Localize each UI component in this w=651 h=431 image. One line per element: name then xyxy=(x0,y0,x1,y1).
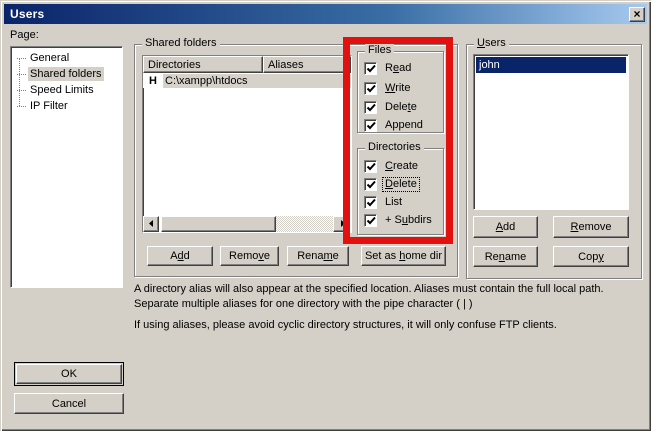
delete-dirs-checkbox-row[interactable]: Delete xyxy=(364,177,419,191)
set-as-home-dir-button[interactable]: Set as home dir xyxy=(361,246,446,266)
users-dialog: Users × Page: General Shared folders Spe… xyxy=(0,0,651,431)
title-bar[interactable]: Users xyxy=(4,4,647,24)
scrollbar-thumb[interactable] xyxy=(161,216,276,232)
column-header-directories[interactable]: Directories xyxy=(143,56,263,73)
list-checkbox-row[interactable]: List xyxy=(364,195,404,209)
directories-group-label: Directories xyxy=(365,141,424,154)
append-checkbox-row[interactable]: Append xyxy=(364,118,425,132)
horizontal-scrollbar[interactable] xyxy=(143,216,349,232)
checkbox-checked[interactable] xyxy=(364,178,377,191)
alias-note: A directory alias will also appear at th… xyxy=(134,282,639,312)
checkmark-icon xyxy=(365,119,376,132)
ok-button[interactable]: OK xyxy=(14,362,124,386)
scrollbar-track[interactable] xyxy=(276,216,333,232)
remove-user-button[interactable]: Remove xyxy=(553,216,629,238)
delete-files-checkbox-row[interactable]: Delete xyxy=(364,100,419,114)
checkmark-icon xyxy=(365,160,376,173)
checkbox-checked[interactable] xyxy=(364,160,377,173)
user-item-john[interactable]: john xyxy=(476,57,626,73)
notes-text: A directory alias will also appear at th… xyxy=(134,282,639,333)
write-checkbox-row[interactable]: Write xyxy=(364,81,412,95)
list-header: Directories Aliases xyxy=(143,56,351,73)
copy-user-button[interactable]: Copy xyxy=(553,246,629,267)
page-item-speed-limits[interactable]: Speed Limits xyxy=(13,82,120,98)
cancel-button[interactable]: Cancel xyxy=(14,393,124,414)
shared-folders-group-label: Shared folders xyxy=(142,37,220,50)
page-tree: General Shared folders Speed Limits IP F… xyxy=(10,46,123,288)
rename-directory-button[interactable]: Rename xyxy=(287,246,349,266)
page-item-general[interactable]: General xyxy=(13,50,120,66)
subdirs-checkbox-row[interactable]: + Subdirs xyxy=(364,213,434,227)
page-item-shared-folders[interactable]: Shared folders xyxy=(13,66,120,82)
files-group-label: Files xyxy=(365,44,394,57)
tree-connector xyxy=(17,58,26,59)
page-label: Page: xyxy=(10,29,39,41)
tree-connector xyxy=(17,74,26,75)
checkmark-icon xyxy=(365,196,376,209)
remove-directory-button[interactable]: Remove xyxy=(220,246,279,266)
create-checkbox-row[interactable]: Create xyxy=(364,159,420,173)
column-header-aliases[interactable]: Aliases xyxy=(263,56,351,73)
checkmark-icon xyxy=(365,178,376,191)
window-title: Users xyxy=(10,7,44,21)
close-icon: × xyxy=(633,8,640,20)
scroll-right-icon xyxy=(334,216,348,232)
checkmark-icon xyxy=(365,62,376,75)
users-group-label: Users xyxy=(474,37,509,50)
checkbox-checked[interactable] xyxy=(364,214,377,227)
scroll-right-button[interactable] xyxy=(333,216,349,232)
tree-connector xyxy=(17,106,26,107)
cyclic-note: If using aliases, please avoid cyclic di… xyxy=(134,318,639,333)
scroll-left-button[interactable] xyxy=(143,216,159,232)
checkbox-checked[interactable] xyxy=(364,62,377,75)
rename-user-button[interactable]: Rename xyxy=(473,246,538,267)
checkbox-checked[interactable] xyxy=(364,101,377,114)
page-item-ip-filter[interactable]: IP Filter xyxy=(13,98,120,114)
add-user-button[interactable]: Add xyxy=(473,216,538,238)
checkbox-checked[interactable] xyxy=(364,82,377,95)
home-dir-marker: H xyxy=(143,75,163,87)
checkmark-icon xyxy=(365,214,376,227)
scroll-left-icon xyxy=(144,216,158,232)
directory-path: C:\xampp\htdocs xyxy=(163,74,351,88)
directory-row[interactable]: H C:\xampp\htdocs xyxy=(143,73,351,88)
close-button[interactable]: × xyxy=(629,7,645,22)
add-directory-button[interactable]: Add xyxy=(147,246,213,266)
users-list[interactable]: john xyxy=(473,54,629,210)
tree-connector xyxy=(17,90,26,91)
checkmark-icon xyxy=(365,101,376,114)
checkbox-checked[interactable] xyxy=(364,196,377,209)
shared-folders-list[interactable]: Directories Aliases H C:\xampp\htdocs xyxy=(142,55,352,233)
checkbox-checked[interactable] xyxy=(364,119,377,132)
read-checkbox-row[interactable]: Read xyxy=(364,61,413,75)
checkmark-icon xyxy=(365,82,376,95)
